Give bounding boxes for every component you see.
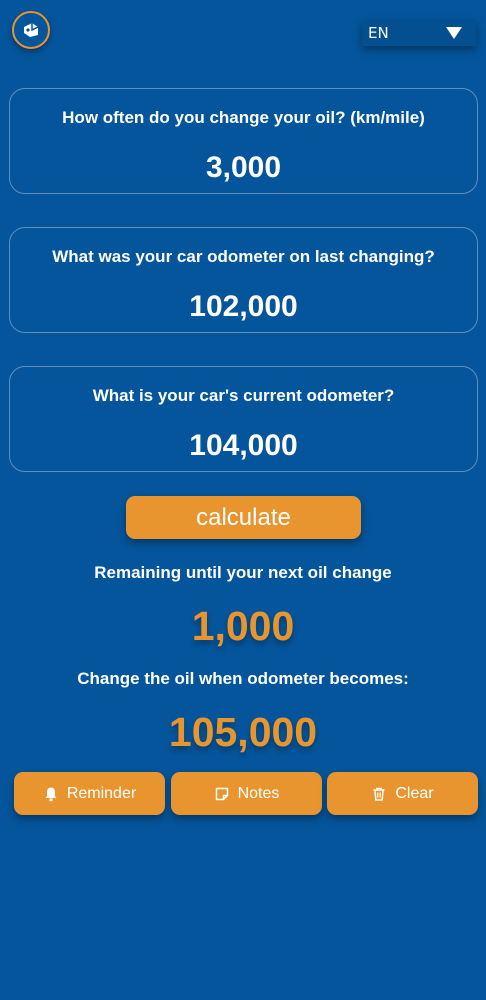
last-odometer-question: What was your car odometer on last chang… [52, 247, 435, 266]
reminder-label: Reminder [66, 784, 137, 802]
last-odometer-input[interactable]: 102,000 [10, 290, 477, 324]
oil-can-icon [24, 23, 39, 37]
reminder-button[interactable]: Reminder [14, 772, 165, 815]
oil-change-interval-field[interactable]: How often do you change your oil? (km/mi… [9, 88, 478, 194]
bell-icon [45, 787, 57, 801]
note-icon [215, 787, 228, 800]
clear-button[interactable]: Clear [327, 772, 478, 815]
app-logo[interactable] [12, 11, 50, 49]
current-odometer-field[interactable]: What is your car's current odometer? 104… [9, 366, 478, 472]
change-at-value: 105,000 [168, 709, 318, 755]
calculate-button[interactable]: calculate [126, 496, 361, 539]
notes-label: Notes [237, 784, 280, 802]
language-select[interactable]: EN [362, 20, 476, 46]
chevron-down-icon [446, 27, 462, 39]
interval-question: How often do you change your oil? (km/mi… [62, 108, 425, 127]
clear-label: Clear [395, 784, 434, 802]
notes-button[interactable]: Notes [171, 772, 322, 815]
language-value: EN [368, 24, 389, 42]
remaining-value: 1,000 [191, 603, 295, 649]
interval-input[interactable]: 3,000 [10, 151, 477, 185]
current-odometer-question: What is your car's current odometer? [92, 386, 395, 405]
trash-icon [373, 787, 385, 801]
change-at-label: Change the oil when odometer becomes: [77, 669, 409, 688]
remaining-label: Remaining until your next oil change [94, 563, 392, 582]
current-odometer-input[interactable]: 104,000 [10, 429, 477, 463]
last-odometer-field[interactable]: What was your car odometer on last chang… [9, 227, 478, 333]
